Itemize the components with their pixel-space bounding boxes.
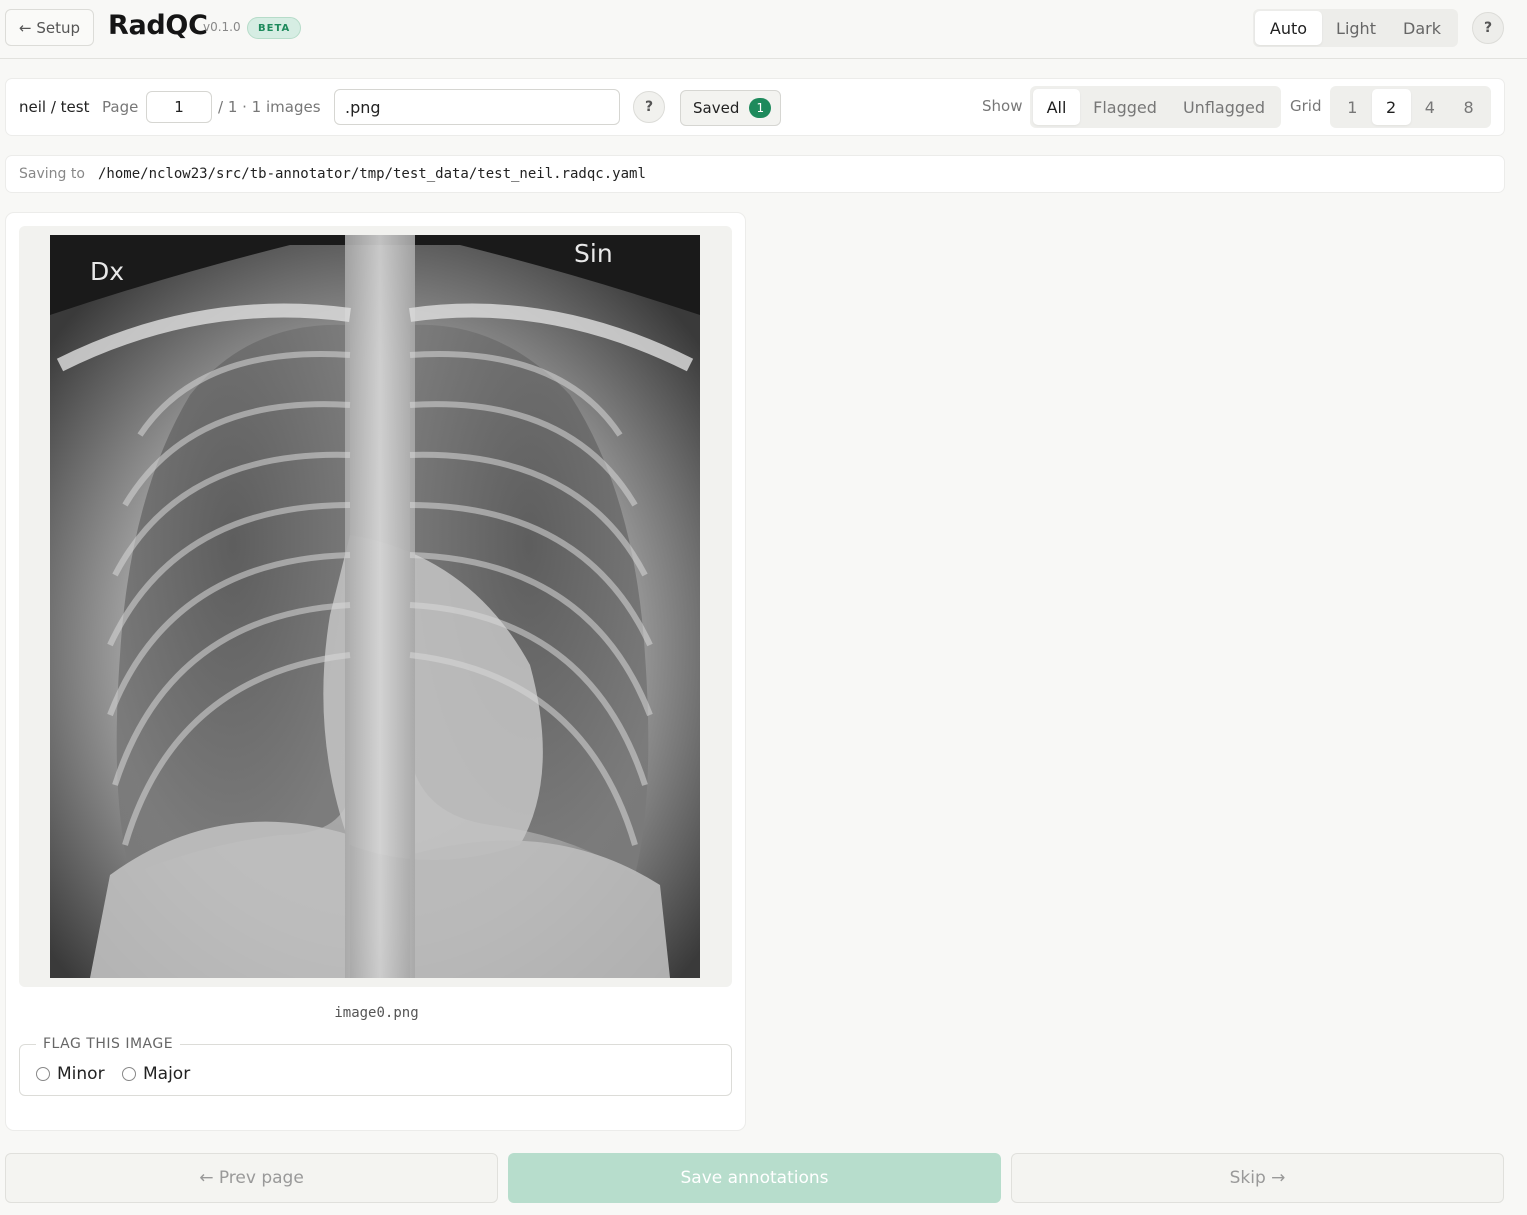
flag-fieldset: FLAG THIS IMAGE Minor Major [19,1036,732,1096]
show-flagged-option[interactable]: Flagged [1080,89,1170,125]
app-version: v0.1.0 [203,20,241,34]
image-frame: Dx Sin [19,226,732,987]
grid-label: Grid [1290,97,1322,115]
saved-button[interactable]: Saved 1 [680,90,781,126]
image-filename: image0.png [334,1005,419,1021]
show-label: Show [982,97,1023,115]
marker-left: Dx [90,257,125,286]
show-all-option[interactable]: All [1033,89,1080,125]
flag-major-label: Major [143,1064,191,1084]
grid-8-option[interactable]: 8 [1449,89,1488,125]
filename-filter-input[interactable] [334,89,620,125]
theme-light-option[interactable]: Light [1322,11,1390,45]
filter-help-button[interactable]: ? [633,91,665,123]
theme-switcher: Auto Light Dark [1253,9,1458,47]
show-filter: All Flagged Unflagged [1030,86,1281,128]
help-button[interactable]: ? [1472,12,1504,44]
saving-path-bar: Saving to /home/nclow23/src/tb-annotator… [5,155,1505,193]
flag-major-option[interactable]: Major [122,1064,190,1084]
app-header: ← Setup RadQC v0.1.0 BETA Auto Light Dar… [0,0,1527,59]
app-title: RadQC [108,10,208,41]
grid-4-option[interactable]: 4 [1411,89,1450,125]
save-annotations-button[interactable]: Save annotations [508,1153,1001,1203]
back-to-setup-button[interactable]: ← Setup [5,9,94,46]
breadcrumb: neil / test [19,98,90,116]
saving-path: /home/nclow23/src/tb-annotator/tmp/test_… [98,166,646,182]
xray-illustration [50,235,700,978]
xray-image[interactable]: Dx Sin [50,235,700,978]
flag-minor-option[interactable]: Minor [36,1064,105,1084]
grid-size-selector: 1 2 4 8 [1330,86,1491,128]
page-total: / 1 · 1 images [218,98,321,116]
page-label: Page [102,98,139,116]
page-number-input[interactable] [146,91,212,123]
prev-page-button[interactable]: ← Prev page [5,1153,498,1203]
saved-label: Saved [693,99,740,117]
grid-2-option[interactable]: 2 [1371,89,1411,125]
grid-1-option[interactable]: 1 [1333,89,1372,125]
saving-to-label: Saving to [19,166,85,182]
flag-minor-radio[interactable] [36,1067,50,1081]
theme-dark-option[interactable]: Dark [1390,11,1454,45]
flag-legend: FLAG THIS IMAGE [36,1036,181,1052]
toolbar: neil / test Page / 1 · 1 images ? Saved … [5,78,1505,136]
show-unflagged-option[interactable]: Unflagged [1170,89,1278,125]
image-card: Dx Sin image0.png FLAG THIS IMAGE Minor … [5,212,746,1131]
skip-button[interactable]: Skip → [1011,1153,1504,1203]
flag-minor-label: Minor [57,1064,105,1084]
flag-major-radio[interactable] [122,1067,136,1081]
marker-right: Sin [574,239,613,268]
theme-auto-option[interactable]: Auto [1255,11,1322,45]
beta-badge: BETA [247,17,302,39]
saved-count-badge: 1 [749,98,772,118]
